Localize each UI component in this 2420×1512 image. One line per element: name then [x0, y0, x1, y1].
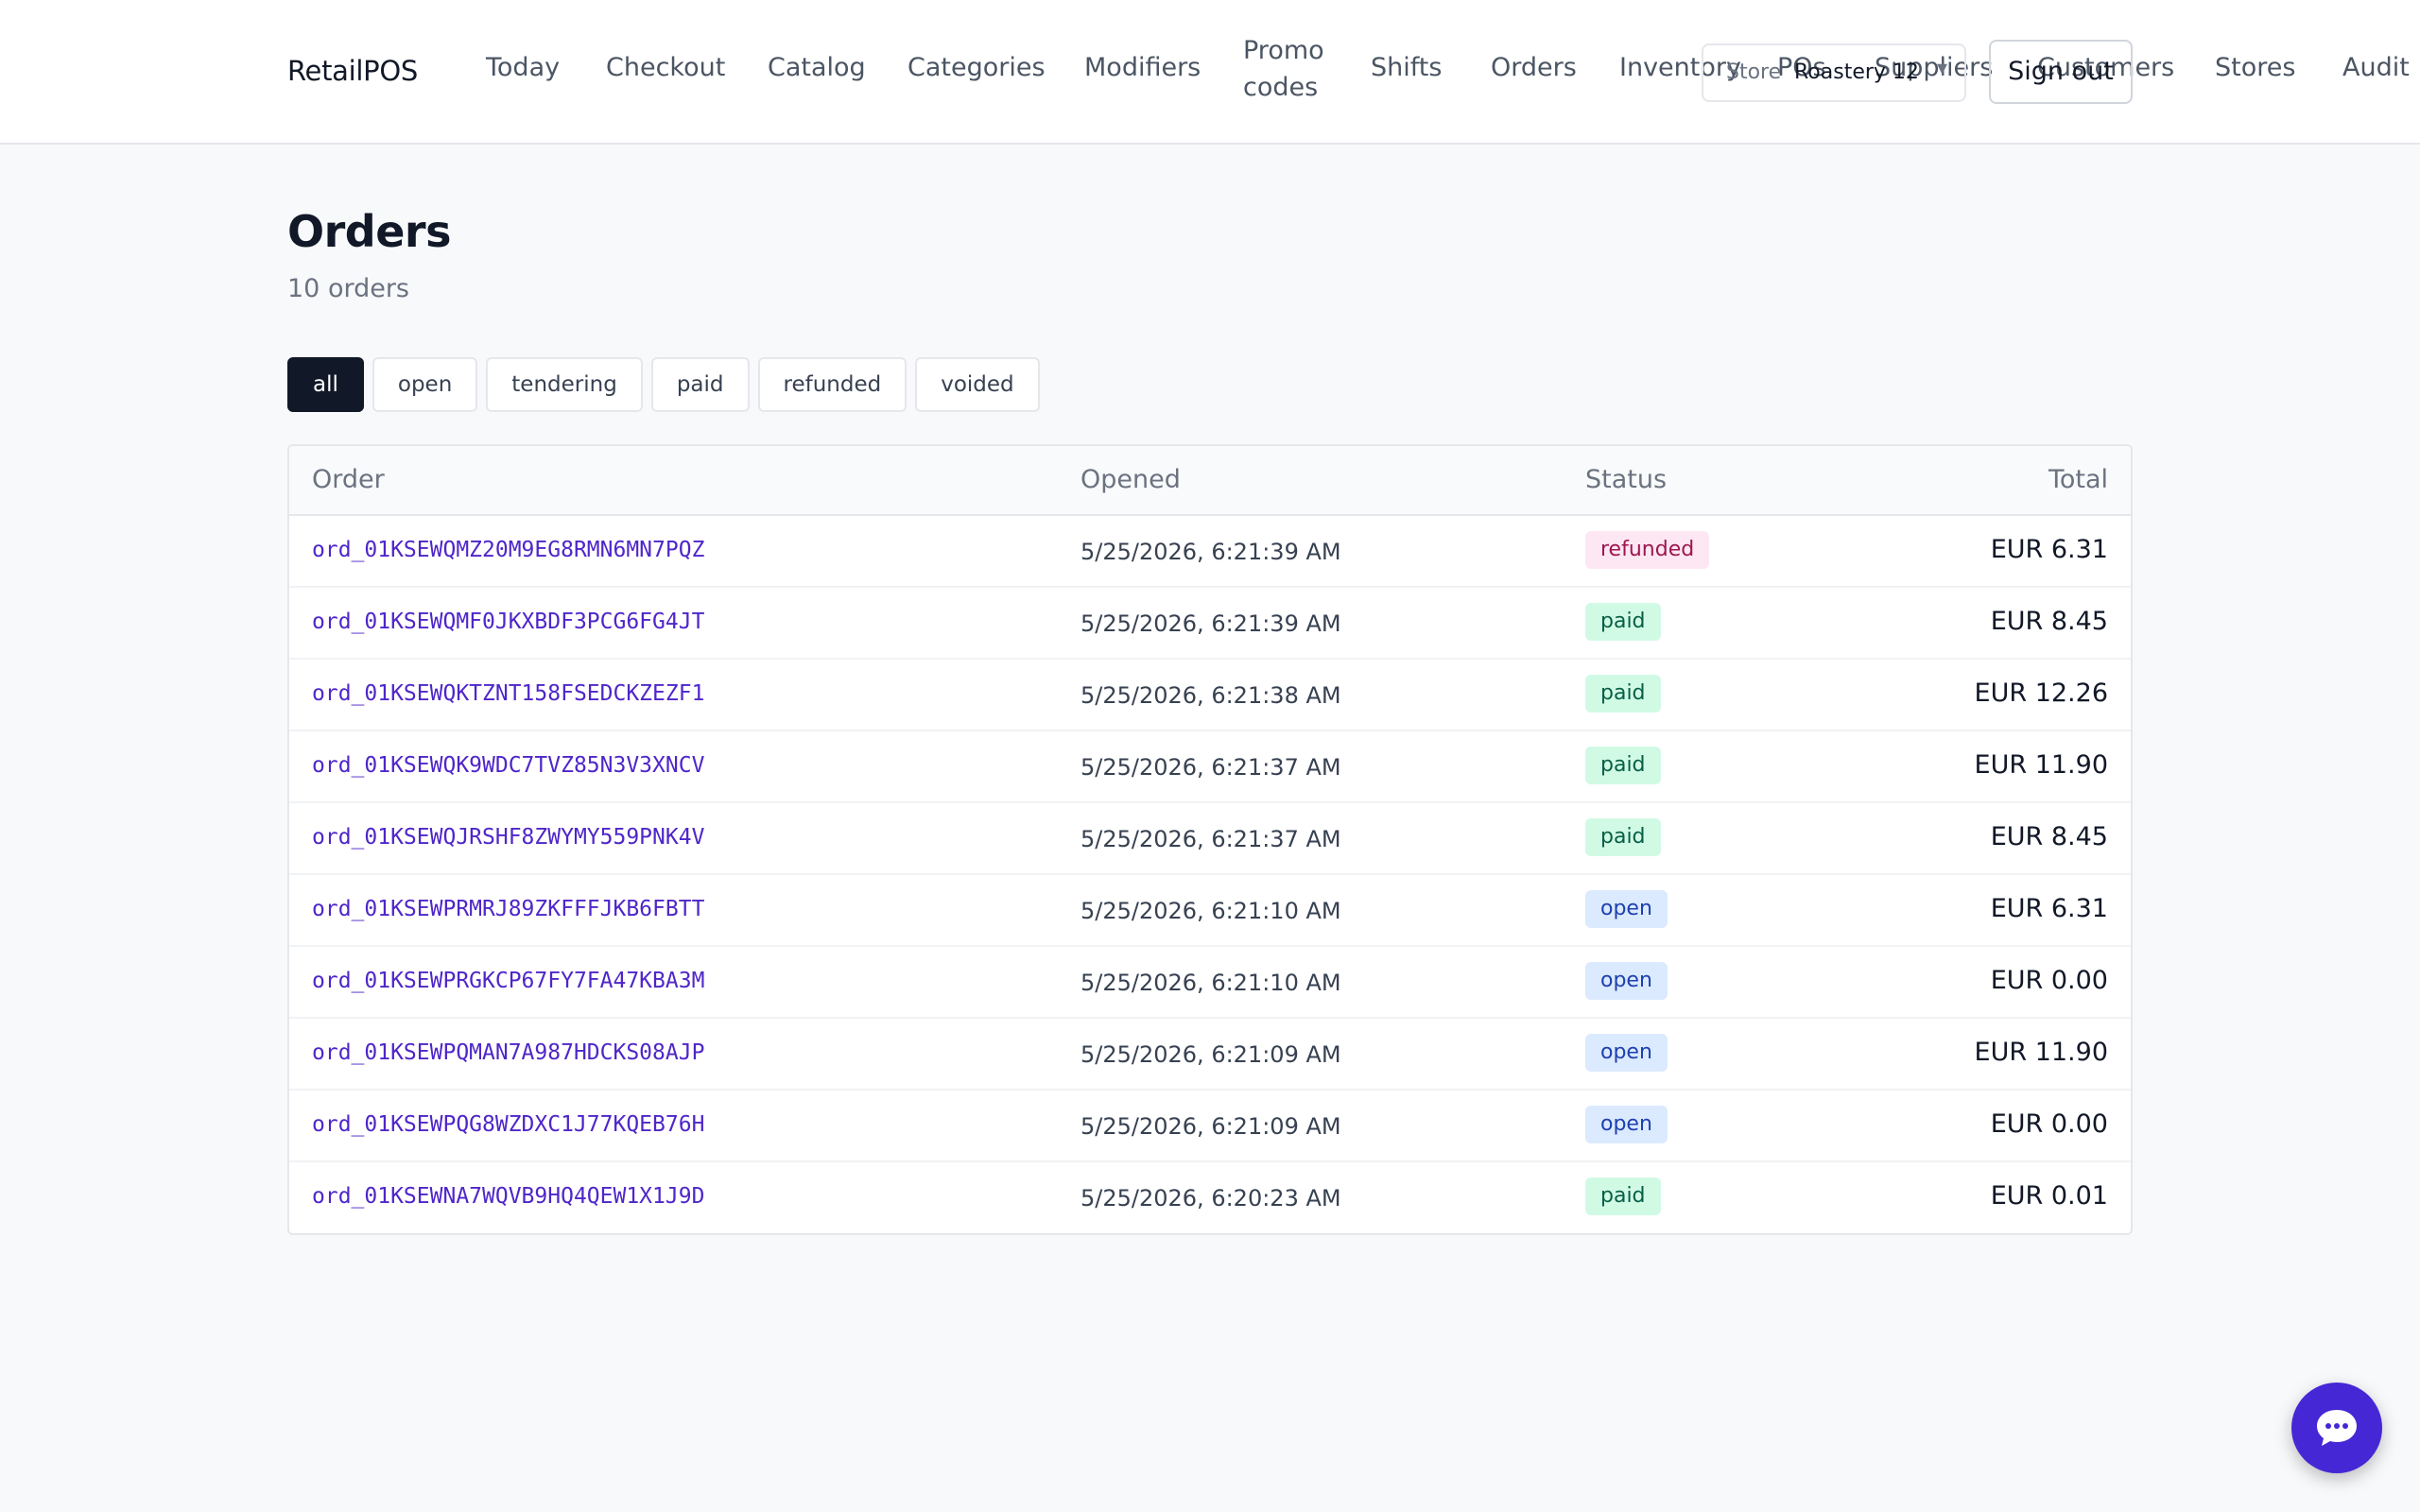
- order-total: EUR 12.26: [1974, 679, 2108, 708]
- store-select-label: Store: [1726, 60, 1782, 84]
- order-id-link[interactable]: ord_01KSEWQJRSHF8ZWYMY559PNK4V: [312, 825, 704, 850]
- status-badge: refunded: [1585, 531, 1710, 569]
- order-opened: 5/25/2026, 6:21:39 AM: [1080, 610, 1341, 637]
- column-header-status: Status: [1585, 465, 1668, 494]
- table-header: Order Opened Status Total: [289, 446, 2131, 516]
- nav-promo-codes[interactable]: Promo codes: [1243, 32, 1347, 106]
- order-opened: 5/25/2026, 6:21:09 AM: [1080, 1041, 1341, 1068]
- status-badge: paid: [1585, 603, 1661, 641]
- order-total: EUR 8.45: [1990, 607, 2108, 636]
- order-opened: 5/25/2026, 6:21:10 AM: [1080, 970, 1341, 996]
- order-total: EUR 0.00: [1990, 966, 2108, 995]
- filter-voided[interactable]: voided: [915, 357, 1040, 412]
- table-row[interactable]: ord_01KSEWNA7WQVB9HQ4QEW1X1J9D 5/25/2026…: [289, 1162, 2131, 1233]
- order-opened: 5/25/2026, 6:20:23 AM: [1080, 1185, 1341, 1211]
- chat-button[interactable]: [2291, 1383, 2382, 1473]
- order-id-link[interactable]: ord_01KSEWQMZ20M9EG8RMN6MN7PQZ: [312, 538, 704, 562]
- status-badge: paid: [1585, 675, 1661, 713]
- order-id-link[interactable]: ord_01KSEWQMF0JKXBDF3PCG6FG4JT: [312, 610, 704, 634]
- nav-today[interactable]: Today: [486, 53, 560, 82]
- table-row[interactable]: ord_01KSEWQJRSHF8ZWYMY559PNK4V 5/25/2026…: [289, 803, 2131, 875]
- order-opened: 5/25/2026, 6:21:10 AM: [1080, 898, 1341, 924]
- column-header-total: Total: [2048, 465, 2108, 494]
- column-header-order: Order: [312, 465, 385, 494]
- order-total: EUR 6.31: [1990, 535, 2108, 564]
- order-id-link[interactable]: ord_01KSEWPRMRJ89ZKFFFJKB6FBTT: [312, 897, 704, 921]
- status-badge: open: [1585, 890, 1668, 928]
- order-id-link[interactable]: ord_01KSEWQKTZNT158FSEDCKZEZF1: [312, 681, 704, 706]
- order-id-link[interactable]: ord_01KSEWPQMAN7A987HDCKS08AJP: [312, 1040, 704, 1065]
- status-badge: paid: [1585, 747, 1661, 784]
- brand-logo[interactable]: RetailPOS: [287, 55, 418, 87]
- nav-shifts[interactable]: Shifts: [1371, 53, 1442, 82]
- table-row[interactable]: ord_01KSEWPRMRJ89ZKFFFJKB6FBTT 5/25/2026…: [289, 875, 2131, 947]
- order-id-link[interactable]: ord_01KSEWQK9WDC7TVZ85N3V3XNCV: [312, 753, 704, 778]
- store-select-value: Roastery 12: [1794, 60, 1919, 84]
- status-filter-group: all open tendering paid refunded voided: [287, 357, 1040, 412]
- status-badge: open: [1585, 1106, 1668, 1143]
- nav-audit[interactable]: Audit: [2342, 53, 2410, 82]
- table-row[interactable]: ord_01KSEWQMF0JKXBDF3PCG6FG4JT 5/25/2026…: [289, 588, 2131, 660]
- table-row[interactable]: ord_01KSEWQMZ20M9EG8RMN6MN7PQZ 5/25/2026…: [289, 516, 2131, 588]
- sign-out-button[interactable]: Sign out: [1989, 40, 2133, 104]
- filter-paid[interactable]: paid: [650, 357, 750, 412]
- nav-stores[interactable]: Stores: [2215, 53, 2295, 82]
- order-total: EUR 0.00: [1990, 1109, 2108, 1139]
- nav-modifiers[interactable]: Modifiers: [1084, 53, 1201, 82]
- chat-bubble-icon: [2317, 1410, 2357, 1446]
- table-row[interactable]: ord_01KSEWPQG8WZDXC1J77KQEB76H 5/25/2026…: [289, 1091, 2131, 1162]
- chevron-down-icon: ▾: [1936, 57, 1947, 80]
- order-total: EUR 6.31: [1990, 894, 2108, 923]
- nav-orders[interactable]: Orders: [1491, 53, 1577, 82]
- order-opened: 5/25/2026, 6:21:09 AM: [1080, 1113, 1341, 1140]
- table-row[interactable]: ord_01KSEWQK9WDC7TVZ85N3V3XNCV 5/25/2026…: [289, 731, 2131, 803]
- nav-catalog[interactable]: Catalog: [768, 53, 866, 82]
- top-header: RetailPOS Today Checkout Catalog Categor…: [0, 0, 2420, 145]
- order-opened: 5/25/2026, 6:21:37 AM: [1080, 826, 1341, 852]
- filter-all[interactable]: all: [287, 357, 364, 412]
- store-select[interactable]: Store Roastery 12 ▾: [1702, 43, 1966, 102]
- table-row[interactable]: ord_01KSEWQKTZNT158FSEDCKZEZF1 5/25/2026…: [289, 660, 2131, 731]
- column-header-opened: Opened: [1080, 465, 1181, 494]
- status-badge: open: [1585, 1034, 1668, 1072]
- order-opened: 5/25/2026, 6:21:38 AM: [1080, 682, 1341, 709]
- order-opened: 5/25/2026, 6:21:39 AM: [1080, 539, 1341, 565]
- nav-checkout[interactable]: Checkout: [606, 53, 725, 82]
- page-title: Orders: [287, 206, 451, 257]
- filter-open[interactable]: open: [372, 357, 478, 412]
- table-row[interactable]: ord_01KSEWPRGKCP67FY7FA47KBA3M 5/25/2026…: [289, 947, 2131, 1019]
- order-id-link[interactable]: ord_01KSEWPRGKCP67FY7FA47KBA3M: [312, 969, 704, 993]
- order-opened: 5/25/2026, 6:21:37 AM: [1080, 754, 1341, 781]
- status-badge: open: [1585, 962, 1668, 1000]
- table-row[interactable]: ord_01KSEWPQMAN7A987HDCKS08AJP 5/25/2026…: [289, 1019, 2131, 1091]
- order-total: EUR 0.01: [1990, 1181, 2108, 1211]
- order-id-link[interactable]: ord_01KSEWPQG8WZDXC1J77KQEB76H: [312, 1112, 704, 1137]
- status-badge: paid: [1585, 818, 1661, 856]
- status-badge: paid: [1585, 1177, 1661, 1215]
- filter-refunded[interactable]: refunded: [757, 357, 908, 412]
- orders-table: Order Opened Status Total ord_01KSEWQMZ2…: [287, 444, 2133, 1235]
- order-total: EUR 11.90: [1974, 1038, 2108, 1067]
- order-id-link[interactable]: ord_01KSEWNA7WQVB9HQ4QEW1X1J9D: [312, 1184, 704, 1209]
- nav-categories[interactable]: Categories: [908, 53, 1046, 82]
- filter-tendering[interactable]: tendering: [486, 357, 643, 412]
- order-count: 10 orders: [287, 274, 410, 303]
- order-total: EUR 8.45: [1990, 822, 2108, 851]
- order-total: EUR 11.90: [1974, 750, 2108, 780]
